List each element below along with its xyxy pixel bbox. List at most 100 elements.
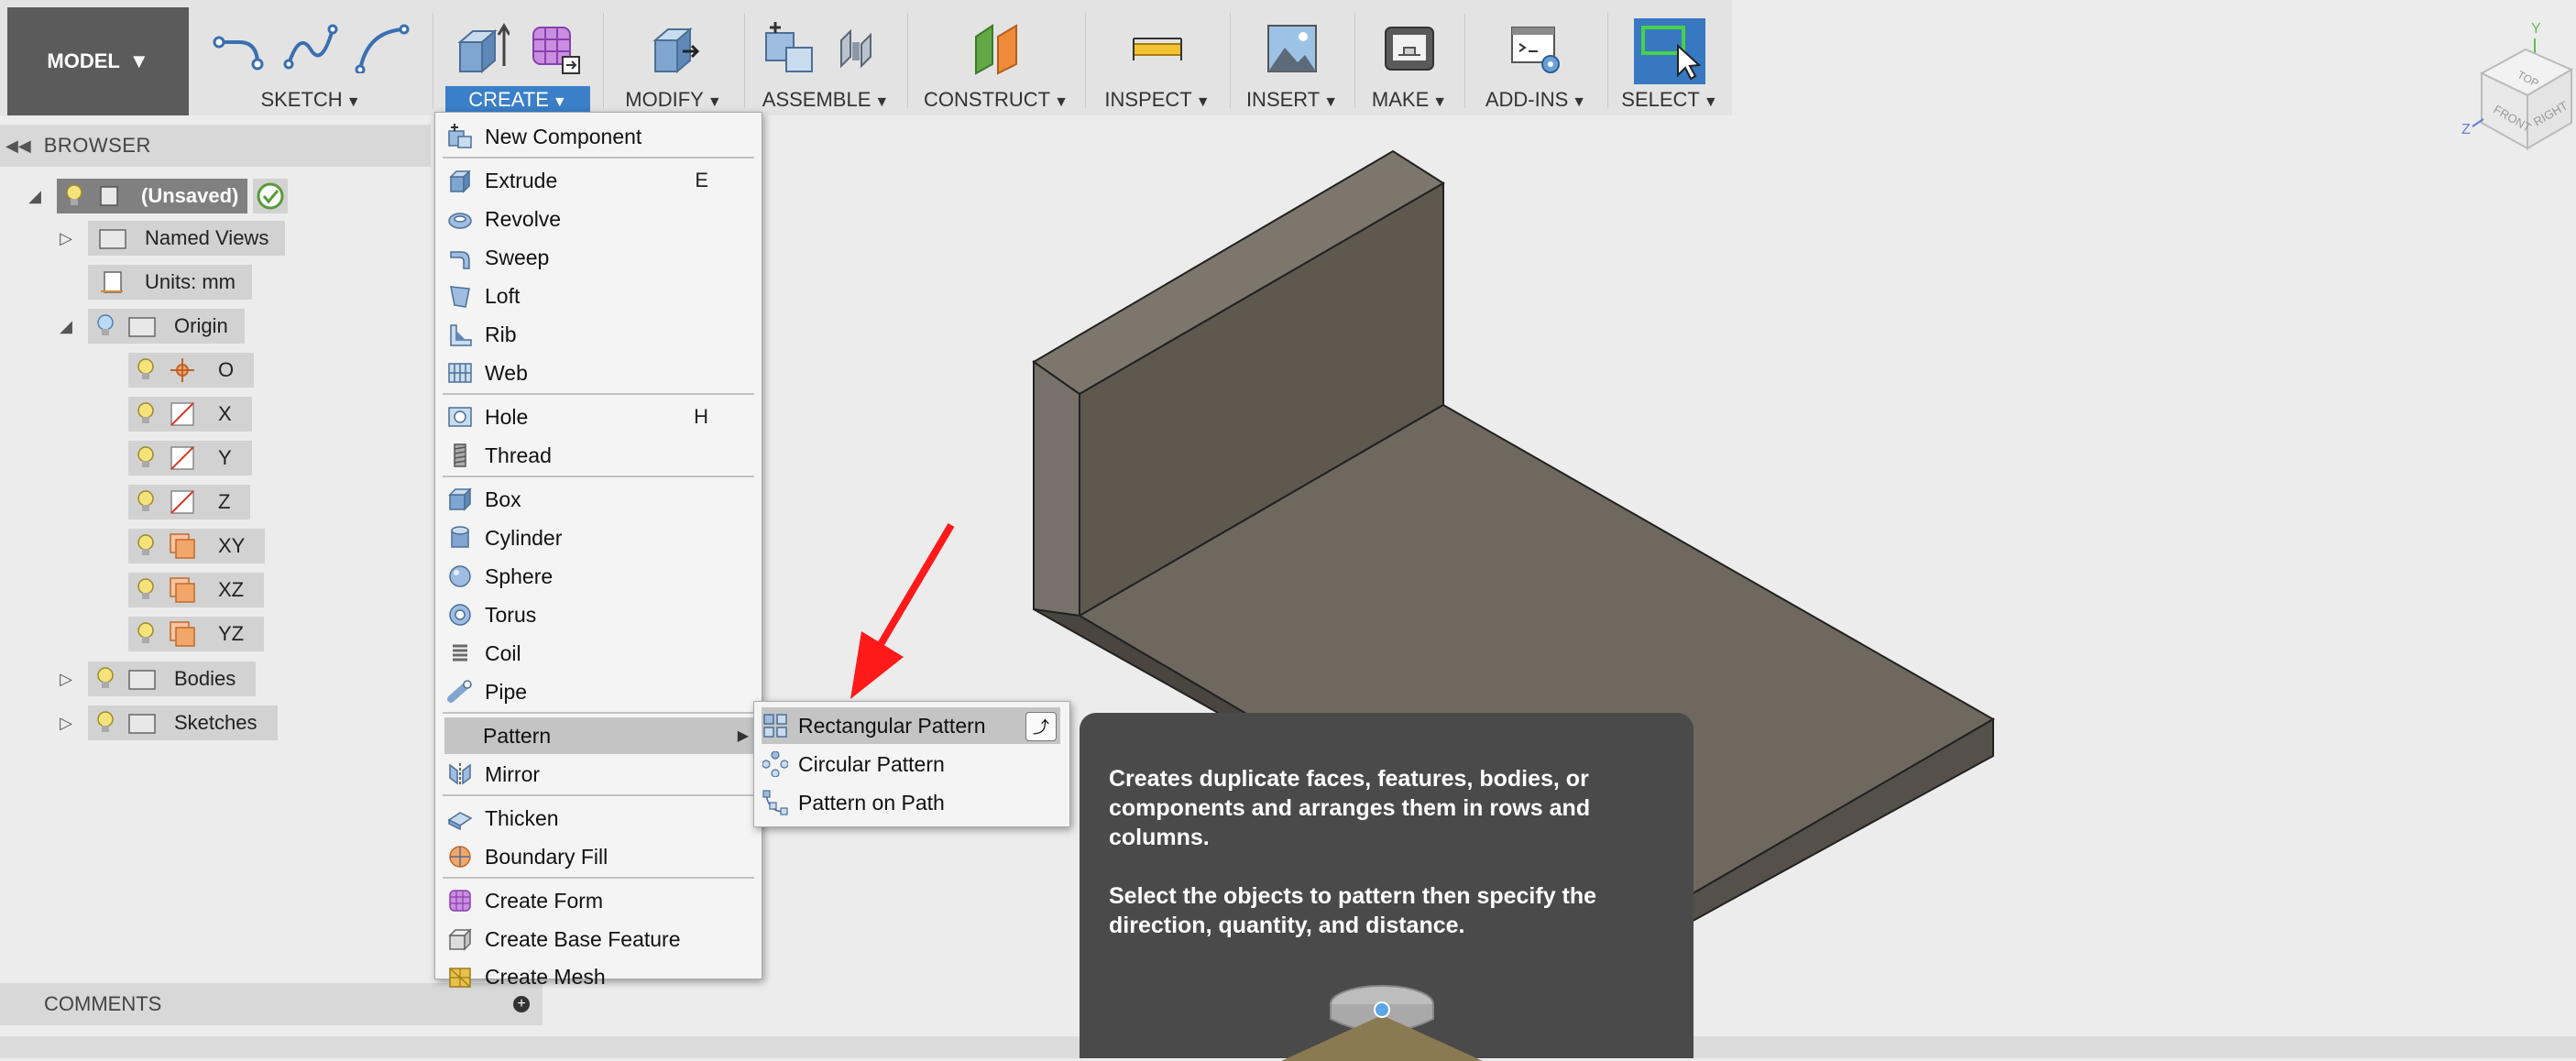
menu-item-web[interactable]: Web — [446, 355, 752, 391]
browser-root-node[interactable]: ◢ (Unsaved) — [26, 179, 289, 213]
inspect-menu-label[interactable]: INSPECT ▼ — [1089, 88, 1226, 112]
insert-group[interactable]: INSERT ▼ — [1233, 7, 1351, 115]
hole-icon — [446, 403, 474, 431]
visibility-bulb-icon[interactable] — [136, 622, 156, 646]
menu-item-rectangular-pattern[interactable]: Rectangular Pattern ⤴ — [762, 707, 1060, 744]
3d-print-icon[interactable] — [1380, 18, 1439, 77]
browser-node-y-axis[interactable]: Y — [128, 441, 252, 476]
menu-item-pattern-on-path[interactable]: Pattern on Path — [762, 784, 1060, 821]
visibility-bulb-icon[interactable] — [136, 490, 156, 514]
menu-item-coil[interactable]: Coil — [446, 635, 752, 672]
menu-item-pipe[interactable]: Pipe — [446, 673, 752, 710]
expanded-triangle-icon[interactable]: ◢ — [26, 187, 44, 206]
add-ins-menu-label[interactable]: ADD-INS ▼ — [1468, 88, 1604, 112]
visibility-bulb-icon[interactable] — [136, 402, 156, 426]
visibility-bulb-icon[interactable] — [136, 534, 156, 558]
visibility-bulb-icon[interactable] — [136, 446, 156, 470]
menu-item-pattern[interactable]: Pattern ▶ — [444, 717, 754, 754]
menu-item-thicken[interactable]: Thicken — [446, 800, 752, 837]
spline-sketch-icon[interactable] — [281, 18, 340, 77]
select-menu-label[interactable]: SELECT ▼ — [1611, 88, 1728, 112]
view-cube[interactable]: Y TOP FRONT RIGHT Z — [2456, 9, 2575, 156]
make-group[interactable]: MAKE ▼ — [1358, 7, 1461, 115]
menu-item-loft[interactable]: Loft — [446, 278, 752, 314]
sketch-group[interactable]: SKETCH ▼ — [192, 7, 429, 115]
collapsed-triangle-icon[interactable]: ▷ — [57, 670, 75, 689]
menu-item-thread[interactable]: Thread — [446, 437, 752, 474]
command-tooltip: Creates duplicate faces, features, bodie… — [1080, 713, 1694, 1061]
browser-node-xz-plane[interactable]: XZ — [128, 573, 265, 607]
menu-item-boundary-fill[interactable]: Boundary Fill — [446, 838, 752, 875]
browser-node-yz-plane[interactable]: YZ — [128, 617, 265, 651]
construct-group[interactable]: CONSTRUCT ▼ — [911, 7, 1081, 115]
extrude-icon[interactable] — [453, 18, 511, 77]
visibility-bulb-icon[interactable] — [136, 578, 156, 602]
expanded-triangle-icon[interactable]: ◢ — [57, 317, 75, 336]
plane-icon — [170, 533, 195, 559]
menu-item-cylinder[interactable]: Cylinder — [446, 520, 752, 556]
browser-node-origin[interactable]: ◢ Origin — [57, 309, 245, 344]
create-form-icon[interactable] — [524, 18, 583, 77]
menu-item-mirror[interactable]: Mirror — [446, 756, 752, 793]
menu-item-new-component[interactable]: New Component — [446, 118, 752, 155]
press-pull-icon[interactable] — [644, 18, 703, 77]
menu-item-torus[interactable]: Torus — [446, 596, 752, 633]
assemble-menu-label[interactable]: ASSEMBLE ▼ — [748, 88, 904, 112]
chevron-down-icon: ▼ — [128, 49, 149, 72]
insert-image-icon[interactable] — [1263, 18, 1321, 77]
menu-item-hole[interactable]: Hole H — [446, 399, 752, 435]
assemble-group[interactable]: ASSEMBLE ▼ — [748, 7, 904, 115]
create-menu-label[interactable]: CREATE ▼ — [445, 86, 590, 114]
add-ins-group[interactable]: ADD-INS ▼ — [1468, 7, 1604, 115]
collapsed-triangle-icon[interactable]: ▷ — [57, 714, 75, 733]
browser-node-origin-point[interactable]: O — [128, 353, 255, 388]
menu-item-create-form[interactable]: Create Form — [446, 882, 752, 919]
workspace-switcher-button[interactable]: MODEL ▼ — [7, 7, 189, 115]
collapsed-triangle-icon[interactable]: ▷ — [57, 229, 75, 248]
browser-node-sketches[interactable]: ▷ Sketches — [57, 706, 278, 740]
offset-plane-icon[interactable] — [967, 18, 1025, 77]
menu-item-sphere[interactable]: Sphere — [446, 558, 752, 595]
select-group[interactable]: SELECT ▼ — [1611, 7, 1728, 115]
browser-node-named-views[interactable]: ▷ Named Views — [57, 221, 286, 256]
menu-item-rib[interactable]: Rib — [446, 316, 752, 353]
create-group[interactable]: CREATE ▼ — [436, 7, 599, 115]
collapse-browser-icon[interactable]: ◀◀ — [5, 137, 31, 156]
visibility-bulb-icon[interactable] — [95, 711, 115, 735]
visibility-bulb-icon[interactable] — [95, 314, 115, 338]
insert-menu-label[interactable]: INSERT ▼ — [1233, 88, 1351, 112]
line-sketch-icon[interactable] — [210, 18, 269, 77]
base-feature-icon — [446, 925, 474, 953]
menu-item-circular-pattern[interactable]: Circular Pattern — [762, 746, 1060, 782]
menu-item-extrude[interactable]: Extrude E — [446, 162, 752, 199]
visibility-bulb-icon[interactable] — [136, 358, 156, 382]
menu-item-sweep[interactable]: Sweep — [446, 239, 752, 276]
browser-node-xy-plane[interactable]: XY — [128, 529, 266, 563]
menu-item-box[interactable]: Box — [446, 481, 752, 518]
visibility-bulb-icon[interactable] — [64, 184, 84, 208]
add-comment-icon[interactable]: + — [513, 996, 530, 1012]
active-check-icon[interactable] — [253, 179, 289, 213]
make-menu-label[interactable]: MAKE ▼ — [1358, 88, 1461, 112]
browser-node-bodies[interactable]: ▷ Bodies — [57, 662, 257, 696]
menu-item-create-base-feature[interactable]: Create Base Feature — [446, 921, 752, 957]
pin-to-toolbar-icon[interactable]: ⤴ — [1025, 712, 1057, 741]
modify-menu-label[interactable]: MODIFY ▼ — [607, 88, 740, 112]
measure-icon[interactable] — [1128, 18, 1187, 77]
inspect-group[interactable]: INSPECT ▼ — [1089, 7, 1226, 115]
browser-node-z-axis[interactable]: Z — [128, 485, 251, 520]
modify-group[interactable]: MODIFY ▼ — [607, 7, 740, 115]
joint-icon[interactable] — [832, 18, 891, 77]
arc-sketch-icon[interactable] — [353, 18, 411, 77]
node-label: XZ — [218, 578, 245, 601]
visibility-bulb-icon[interactable] — [95, 667, 115, 691]
sketch-menu-label[interactable]: SKETCH ▼ — [192, 88, 429, 112]
menu-item-create-mesh[interactable]: Create Mesh — [446, 959, 752, 994]
browser-node-x-axis[interactable]: X — [128, 397, 252, 432]
new-component-icon[interactable] — [761, 18, 819, 77]
construct-menu-label[interactable]: CONSTRUCT ▼ — [911, 88, 1081, 112]
select-window-icon[interactable] — [1634, 18, 1705, 84]
browser-node-units[interactable]: Units: mm — [88, 265, 252, 300]
scripts-icon[interactable] — [1507, 18, 1565, 77]
menu-item-revolve[interactable]: Revolve — [446, 201, 752, 237]
